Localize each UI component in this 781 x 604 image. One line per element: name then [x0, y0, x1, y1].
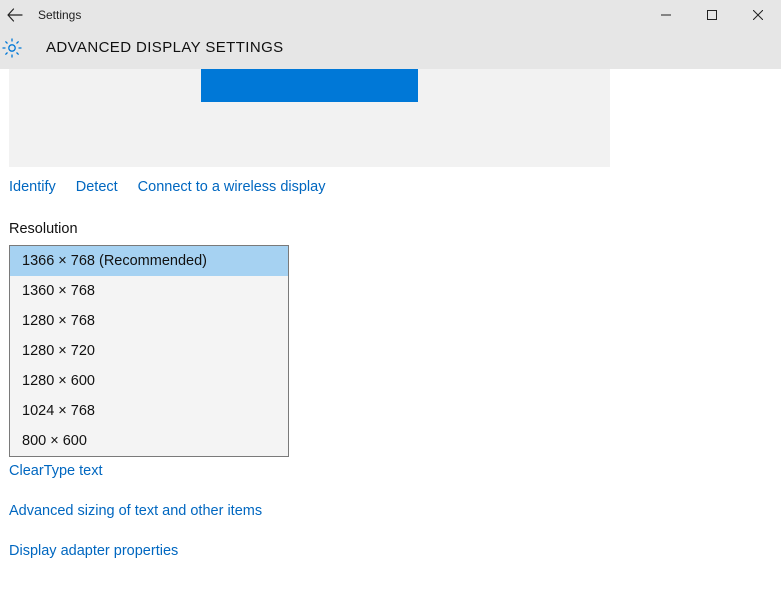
close-icon	[753, 10, 763, 20]
window-controls	[643, 0, 781, 30]
minimize-icon	[661, 10, 671, 20]
close-button[interactable]	[735, 0, 781, 30]
titlebar-left: Settings	[0, 6, 81, 24]
resolution-label: Resolution	[9, 221, 781, 237]
maximize-button[interactable]	[689, 0, 735, 30]
settings-gear	[0, 36, 24, 60]
gear-icon	[0, 36, 24, 60]
content-area: Identify Detect Connect to a wireless di…	[0, 69, 781, 559]
page-header: ADVANCED DISPLAY SETTINGS	[0, 30, 781, 69]
resolution-option[interactable]: 800 × 600	[10, 426, 288, 456]
back-arrow-icon	[7, 7, 23, 23]
resolution-option[interactable]: 1280 × 768	[10, 306, 288, 336]
titlebar: Settings	[0, 0, 781, 30]
resolution-dropdown[interactable]: 1366 × 768 (Recommended)1360 × 7681280 ×…	[9, 245, 289, 457]
related-settings-links: ClearType text Advanced sizing of text a…	[9, 463, 781, 559]
resolution-option[interactable]: 1360 × 768	[10, 276, 288, 306]
resolution-option[interactable]: 1024 × 768	[10, 396, 288, 426]
identify-link[interactable]: Identify	[9, 179, 56, 195]
resolution-option[interactable]: 1280 × 600	[10, 366, 288, 396]
resolution-option[interactable]: 1280 × 720	[10, 336, 288, 366]
minimize-button[interactable]	[643, 0, 689, 30]
resolution-option[interactable]: 1366 × 768 (Recommended)	[10, 246, 288, 276]
display-action-links: Identify Detect Connect to a wireless di…	[9, 179, 781, 195]
window-title: Settings	[38, 8, 81, 22]
detect-link[interactable]: Detect	[76, 179, 118, 195]
advanced-sizing-link[interactable]: Advanced sizing of text and other items	[9, 503, 781, 519]
maximize-icon	[707, 10, 717, 20]
cleartype-text-link[interactable]: ClearType text	[9, 463, 781, 479]
page-title: ADVANCED DISPLAY SETTINGS	[46, 39, 284, 56]
wireless-display-link[interactable]: Connect to a wireless display	[138, 179, 326, 195]
display-preview-area	[9, 69, 610, 167]
back-button[interactable]	[6, 6, 24, 24]
display-adapter-link[interactable]: Display adapter properties	[9, 543, 781, 559]
display-monitor-1[interactable]	[201, 69, 418, 102]
